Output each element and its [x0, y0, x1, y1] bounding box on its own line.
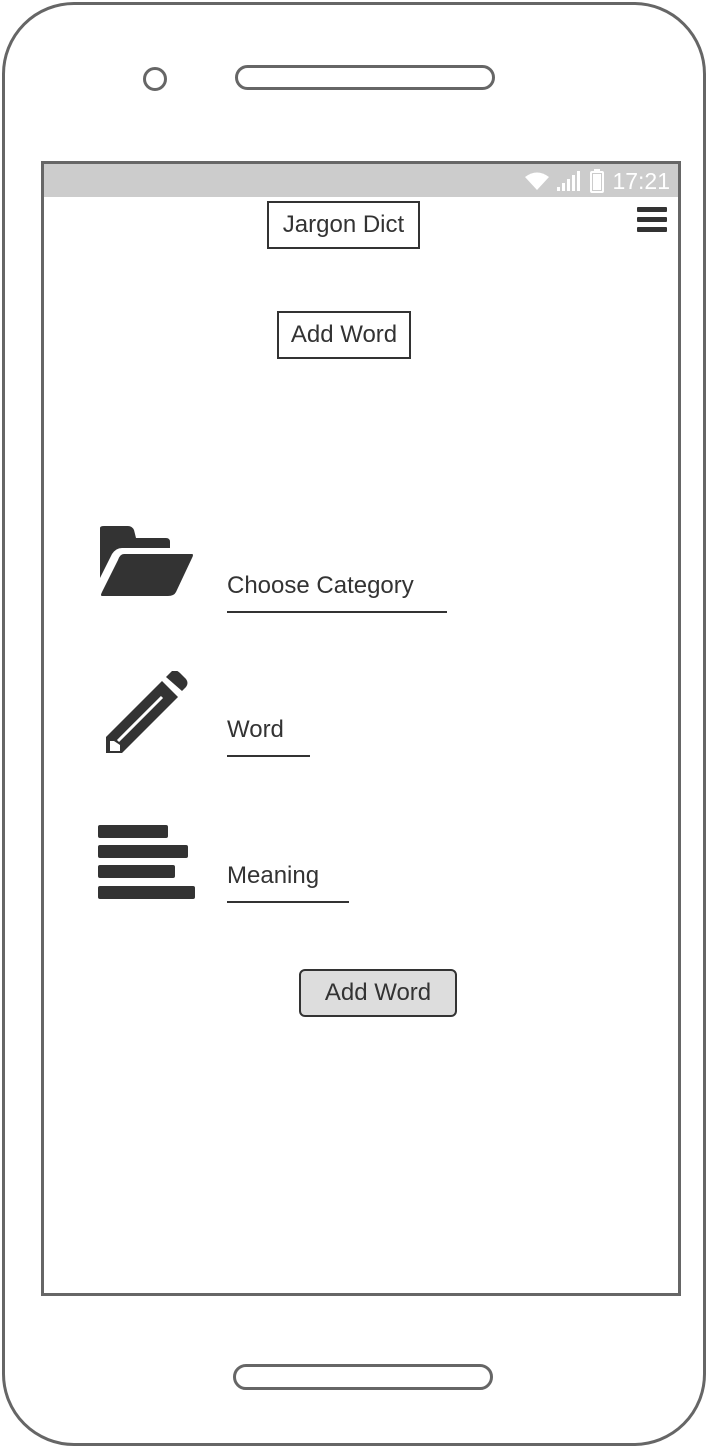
home-button[interactable]	[233, 1364, 493, 1390]
add-word-button[interactable]: Add Word	[299, 969, 457, 1017]
text-lines-icon	[98, 825, 195, 899]
signal-icon	[557, 171, 581, 191]
menu-bar-line	[637, 217, 667, 222]
word-field[interactable]: Word	[227, 716, 310, 757]
menu-bar-line	[637, 227, 667, 232]
status-time: 17:21	[612, 168, 670, 194]
wifi-icon	[525, 172, 550, 190]
meaning-field[interactable]: Meaning	[227, 862, 349, 903]
page-heading: Add Word	[277, 311, 411, 359]
hamburger-menu-icon[interactable]	[637, 207, 667, 233]
menu-bar-line	[637, 207, 667, 212]
screen: 17:21 Jargon Dict Add Word Choose Catego…	[41, 161, 681, 1296]
category-field[interactable]: Choose Category	[227, 572, 447, 613]
app-title: Jargon Dict	[267, 201, 420, 249]
pencil-icon	[106, 671, 188, 753]
phone-frame: 17:21 Jargon Dict Add Word Choose Catego…	[2, 2, 706, 1446]
earpiece-speaker	[235, 65, 495, 90]
folder-open-icon	[100, 526, 193, 596]
status-icons: 17:21	[524, 168, 670, 194]
front-camera	[143, 67, 167, 91]
status-bar: 17:21	[44, 164, 678, 197]
battery-icon	[590, 169, 605, 193]
